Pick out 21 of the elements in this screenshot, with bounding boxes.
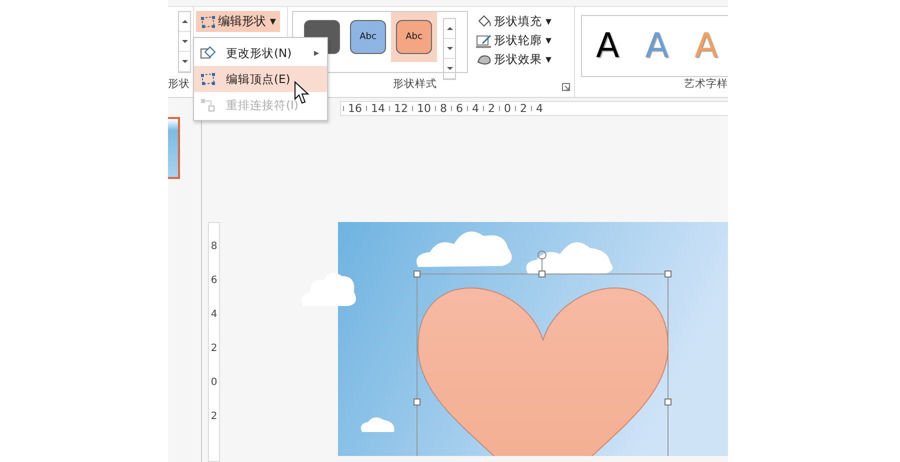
ruler-number: 0 [210,377,218,389]
ruler-number: 4 [472,102,479,115]
ruler-number: 14 [371,102,385,115]
ruler-number: 2 [210,343,218,355]
ruler-number: 8 [210,241,218,253]
ruler-number: 8 [440,102,447,115]
ruler-number: 2 [488,102,495,115]
ruler-number: 10 [417,102,431,115]
ruler-number: 2 [520,102,527,115]
ruler-number: 0 [504,102,511,115]
ruler-number: 6 [210,275,218,287]
group-label: 形状 [168,77,190,91]
submenu-arrow-icon: ▸ [314,48,319,58]
ruler-number: 12 [394,102,408,115]
ruler-number: 2 [210,411,218,423]
ruler-number: 6 [456,102,463,115]
group-label: 艺术字样 [684,77,728,91]
ruler-number: 4 [536,102,543,115]
group-label: 形状样式 [393,77,437,91]
ruler-number: 4 [210,309,218,321]
ruler-number: 16 [348,102,362,115]
